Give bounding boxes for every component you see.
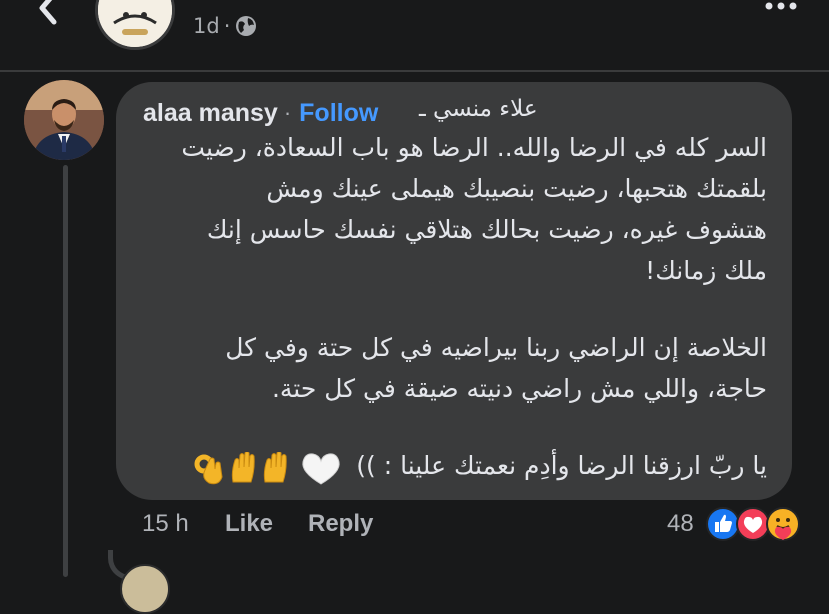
author-separator: ·	[283, 100, 292, 125]
page-avatar[interactable]	[95, 0, 175, 50]
care-reaction-icon	[766, 507, 800, 541]
post-age: 1d	[193, 14, 220, 38]
reaction-icons	[706, 507, 800, 541]
person-photo-icon	[24, 80, 104, 160]
ok-hand-icon	[194, 454, 223, 485]
comment-time[interactable]: 15 h	[142, 510, 189, 538]
chevron-left-icon	[39, 0, 57, 25]
globe-icon[interactable]	[234, 14, 258, 38]
more-options-button[interactable]	[763, 0, 799, 18]
next-commenter-avatar[interactable]	[120, 564, 170, 614]
comment-emojis	[193, 452, 343, 486]
comment-header: alaa mansy · Follow	[143, 96, 378, 130]
meta-dot: ·	[223, 14, 231, 38]
author-name[interactable]: alaa mansy	[143, 99, 278, 128]
author-alias: علاء منسي ـ	[419, 96, 538, 122]
post-meta: 1d ·	[193, 14, 258, 38]
more-dots-icon	[765, 2, 797, 10]
like-reaction-icon	[706, 507, 740, 541]
reactions-summary[interactable]	[705, 506, 805, 542]
comment-paragraph: الخلاصة إن الراضي ربنا بيراضيه في كل حتة…	[225, 333, 767, 403]
like-button[interactable]: Like	[225, 510, 273, 538]
page-logo-icon	[98, 0, 172, 47]
thread-line	[63, 165, 68, 577]
reaction-count[interactable]: 48	[667, 510, 694, 538]
love-reaction-icon	[736, 507, 770, 541]
follow-button[interactable]: Follow	[299, 99, 378, 128]
reply-button[interactable]: Reply	[308, 510, 373, 538]
white-heart-icon	[302, 453, 340, 485]
commenter-avatar[interactable]	[24, 80, 104, 160]
comment-paragraph: السر كله في الرضا والله.. الرضا هو باب ا…	[181, 133, 767, 285]
back-button[interactable]	[28, 0, 68, 26]
raising-hands-icon	[231, 452, 287, 483]
section-divider	[0, 70, 829, 72]
